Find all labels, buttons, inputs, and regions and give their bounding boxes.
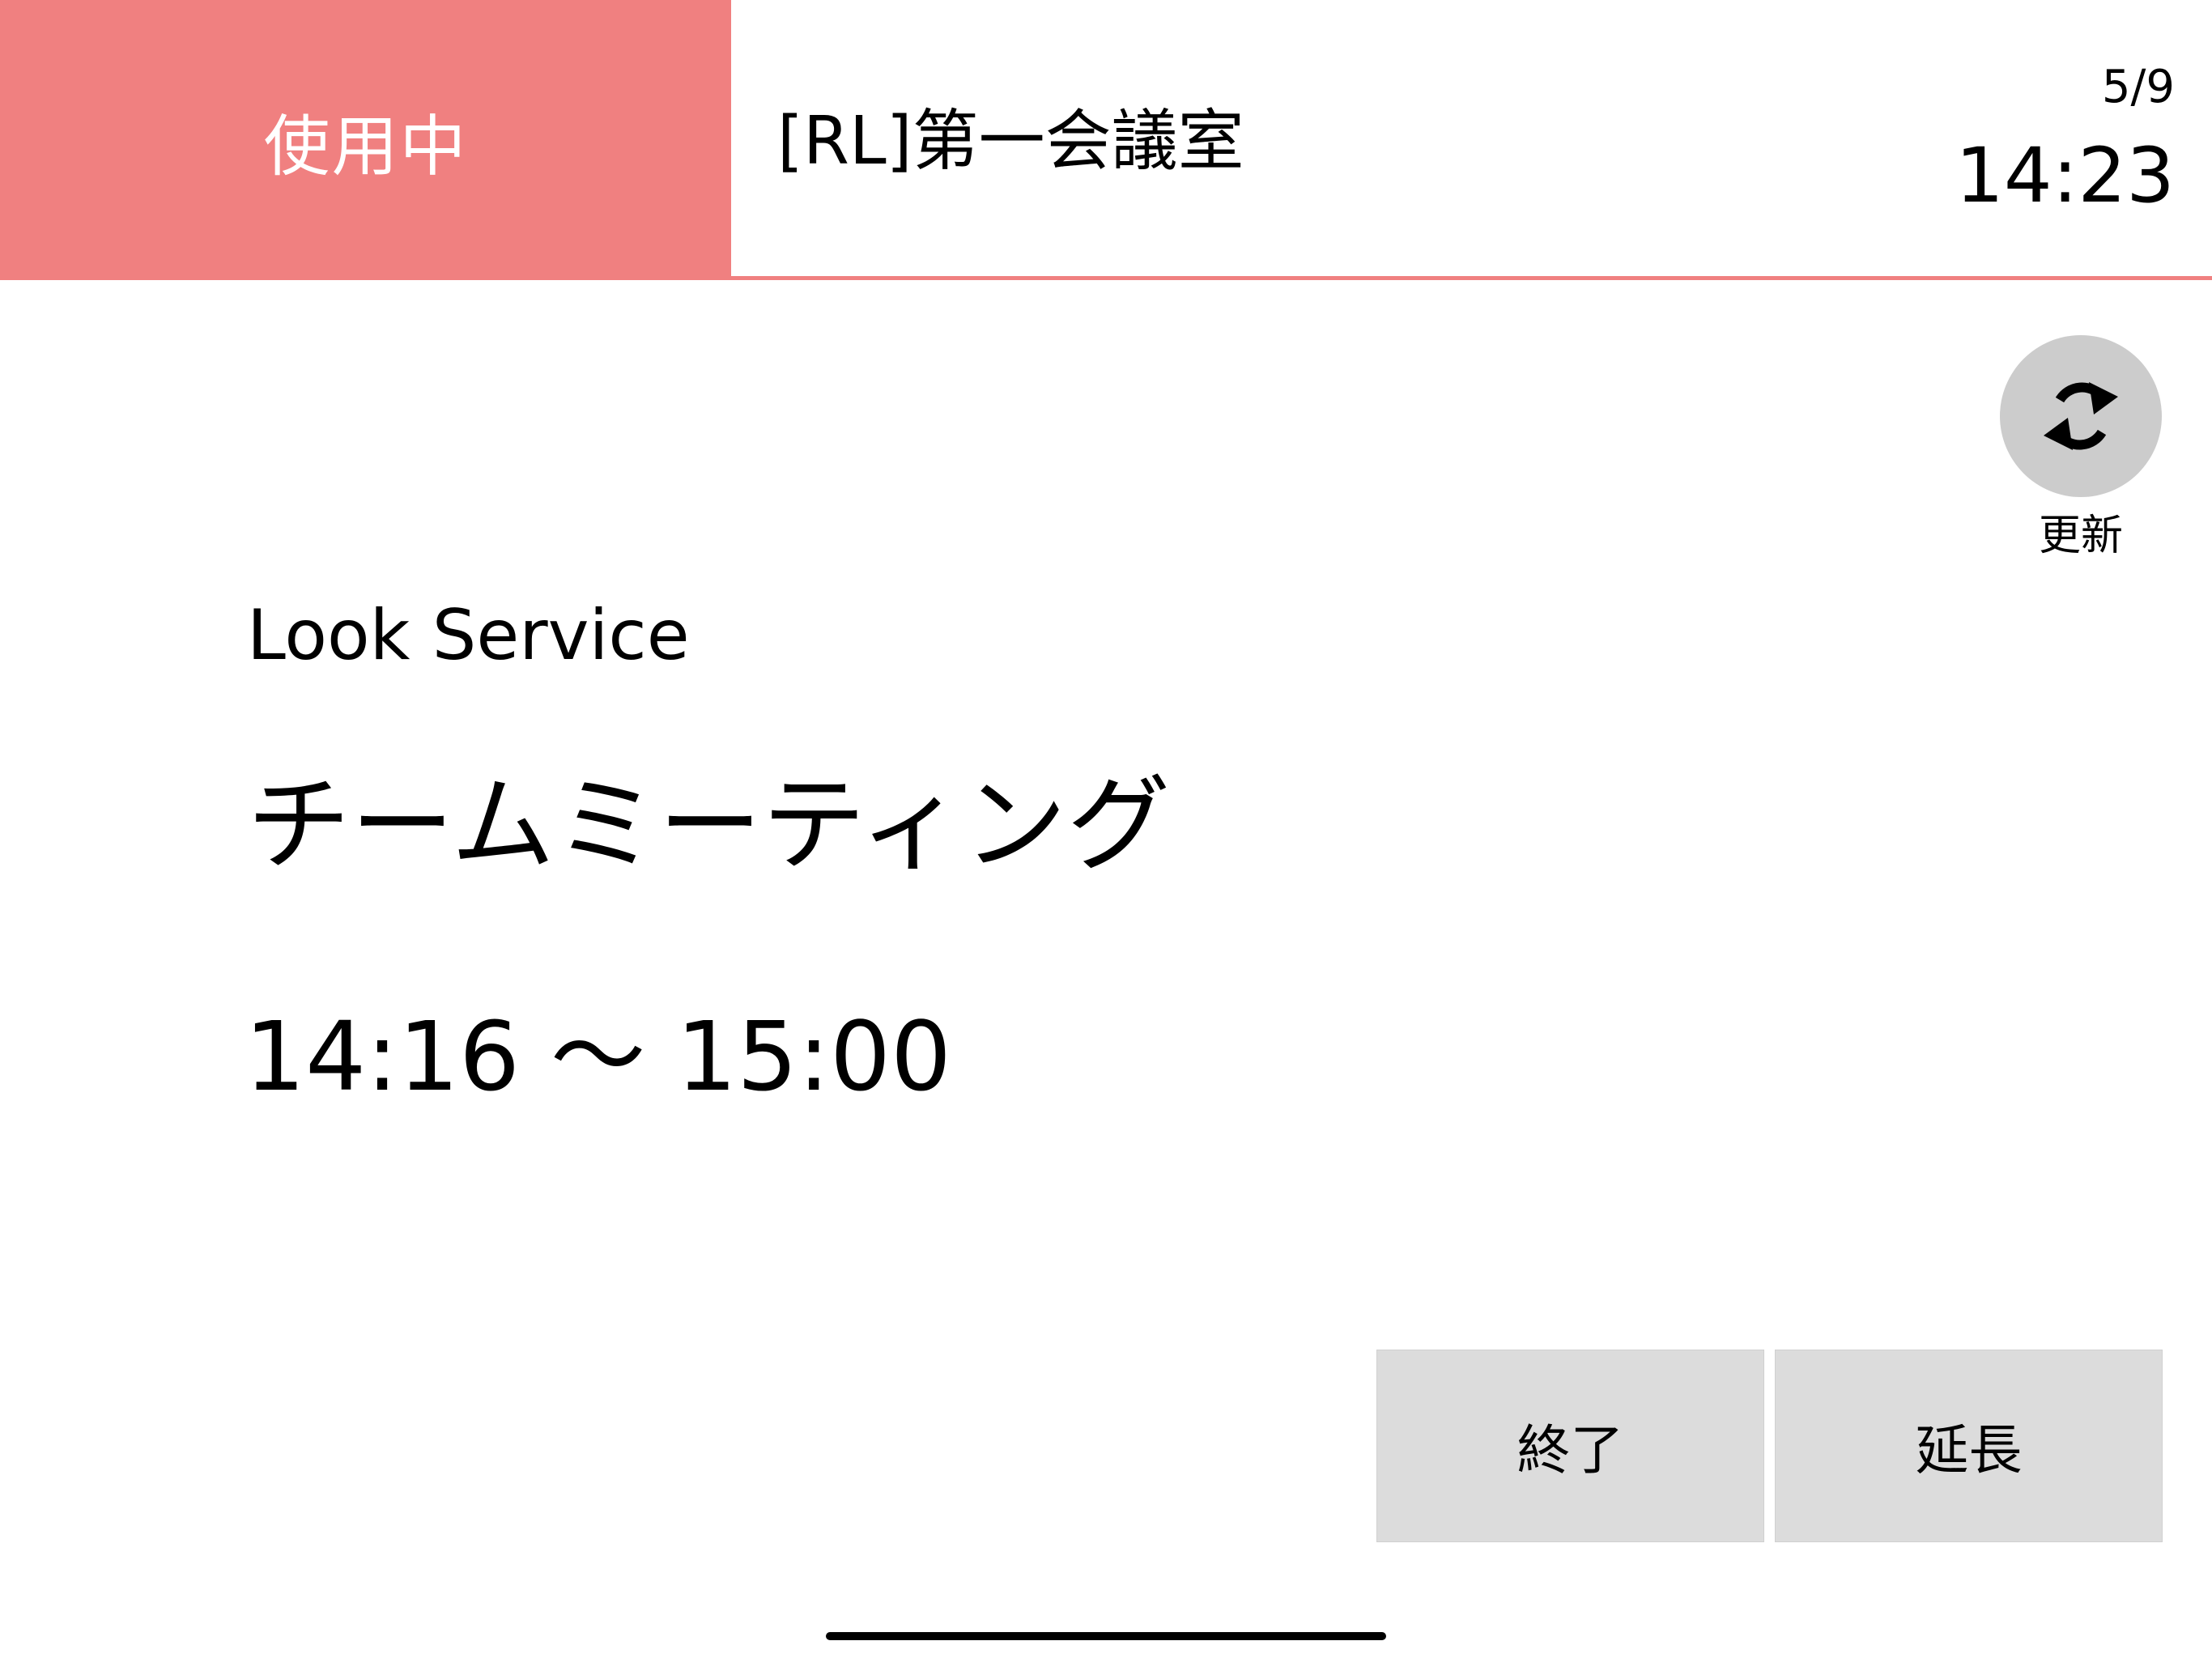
meeting-time-range: 14:16 〜 15:00 <box>245 1001 952 1112</box>
home-indicator[interactable] <box>826 1632 1386 1640</box>
status-banner: 使用中 <box>0 0 731 280</box>
refresh-icon-circle[interactable] <box>2000 335 2162 497</box>
header-divider <box>731 276 2212 280</box>
room-name: [RL]第一会議室 <box>777 103 1244 180</box>
current-time: 14:23 <box>1955 132 2175 220</box>
current-date: 5/9 <box>2101 61 2175 113</box>
refresh-icon <box>2044 382 2118 450</box>
meeting-organizer: Look Service <box>247 595 690 676</box>
refresh-button[interactable]: 更新 <box>2000 335 2162 570</box>
end-button[interactable]: 終了 <box>1376 1350 1764 1542</box>
extend-button[interactable]: 延長 <box>1775 1350 2163 1542</box>
refresh-label: 更新 <box>2038 512 2123 560</box>
meeting-title: チームミーティング <box>247 765 1171 886</box>
header-bar: 使用中 [RL]第一会議室 5/9 14:23 <box>0 0 2212 280</box>
status-label: 使用中 <box>263 108 468 185</box>
